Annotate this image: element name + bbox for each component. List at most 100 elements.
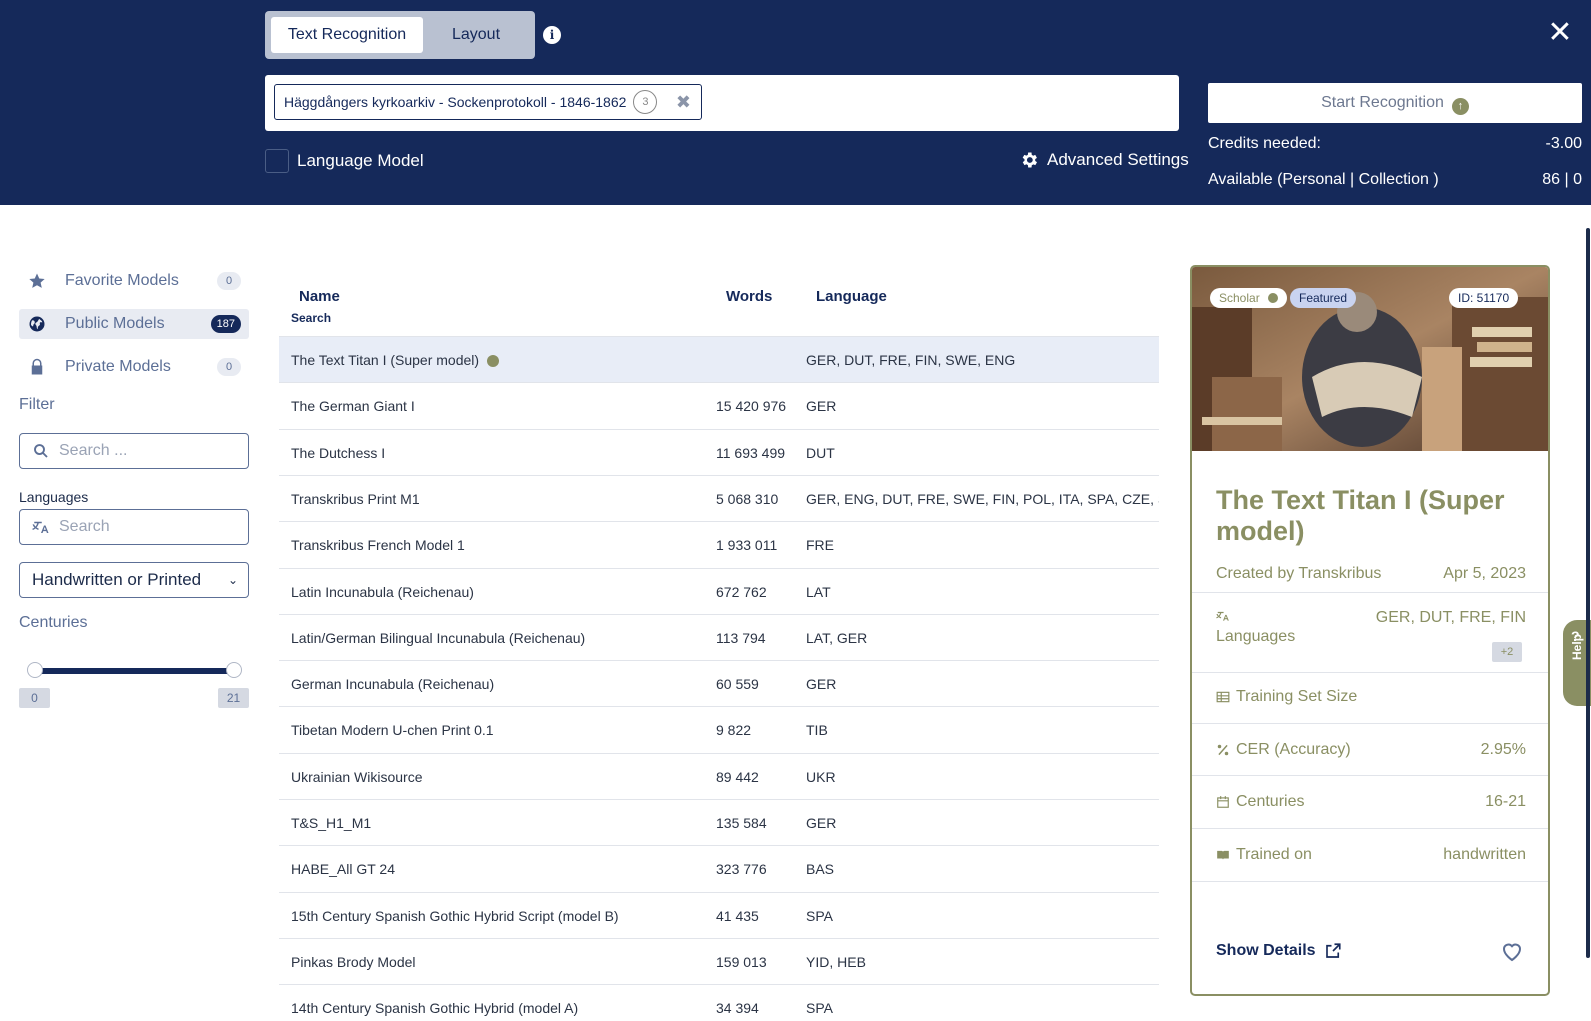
credit-coin-icon: ↑ xyxy=(1451,98,1469,115)
languages-value: GER, DUT, FRE, FIN xyxy=(1375,609,1526,626)
created-by: Created by Transkribus xyxy=(1216,565,1382,582)
table-row[interactable]: Ukrainian Wikisource 89 442 UKR xyxy=(279,753,1159,799)
languages-label: Languages xyxy=(19,489,89,505)
column-header-words[interactable]: Words xyxy=(726,288,772,305)
info-icon[interactable]: i xyxy=(543,26,561,44)
start-recognition-button[interactable]: Start Recognition ↑ xyxy=(1208,83,1582,123)
centuries-max-value: 21 xyxy=(218,688,249,708)
credits-available-row: Available (Personal | Collection ) 86 | … xyxy=(1208,171,1582,189)
centuries-slider-max-handle[interactable] xyxy=(226,662,242,678)
search-icon xyxy=(34,444,48,458)
model-name-cell: Transkribus Print M1 xyxy=(291,491,420,507)
table-icon xyxy=(1216,691,1230,703)
language-model-label: Language Model xyxy=(297,151,424,170)
advanced-settings-button[interactable]: Advanced Settings xyxy=(1019,150,1189,170)
scrollbar[interactable] xyxy=(1586,228,1590,958)
book-icon xyxy=(1217,850,1229,860)
document-selector[interactable]: Häggdångers kyrkoarkiv - Sockenprotokoll… xyxy=(265,75,1179,131)
column-header-name[interactable]: Name xyxy=(299,288,340,305)
table-row[interactable]: T&S_H1_M1 135 584 GER xyxy=(279,799,1159,845)
sidebar-item-public-models[interactable]: Public Models 187 xyxy=(19,309,249,339)
language-cell: SPA xyxy=(806,1000,833,1016)
column-header-language[interactable]: Language xyxy=(816,288,887,305)
table-row[interactable]: HABE_All GT 24 323 776 BAS xyxy=(279,845,1159,891)
model-name-cell: The Dutchess I xyxy=(291,445,386,461)
more-languages-badge[interactable]: +2 xyxy=(1492,642,1522,662)
search-placeholder: Search ... xyxy=(59,442,128,459)
table-row[interactable]: 14th Century Spanish Gothic Hybrid (mode… xyxy=(279,984,1159,1021)
translate-icon xyxy=(1216,611,1229,621)
table-row[interactable]: Tibetan Modern U-chen Print 0.1 9 822 TIB xyxy=(279,706,1159,752)
credits-needed-row: Credits needed: -3.00 xyxy=(1208,135,1582,153)
table-row[interactable]: The German Giant I 15 420 976 GER xyxy=(279,382,1159,428)
table-row[interactable]: German Incunabula (Reichenau) 60 559 GER xyxy=(279,660,1159,706)
words-cell: 672 762 xyxy=(716,584,767,600)
language-cell: FRE xyxy=(806,537,834,553)
model-id-badge: ID: 51170 xyxy=(1449,288,1519,308)
percent-icon xyxy=(1217,744,1229,756)
remove-document-icon[interactable]: ✖ xyxy=(676,92,691,113)
table-row[interactable]: Pinkas Brody Model 159 013 YID, HEB xyxy=(279,938,1159,984)
type-select[interactable]: Handwritten or Printed ⌄ xyxy=(19,562,249,598)
document-name: Häggdångers kyrkoarkiv - Sockenprotokoll… xyxy=(284,94,627,110)
table-row[interactable]: Transkribus French Model 1 1 933 011 FRE xyxy=(279,521,1159,567)
trained-value: handwritten xyxy=(1443,846,1526,863)
document-page-count: 3 xyxy=(633,90,658,114)
language-model-checkbox[interactable] xyxy=(265,149,289,173)
sidebar-item-favorite-models[interactable]: Favorite Models 0 xyxy=(19,266,249,296)
centuries-slider-track[interactable] xyxy=(35,668,234,674)
sidebar-item-private-models[interactable]: Private Models 0 xyxy=(19,352,249,382)
language-cell: GER, DUT, FRE, FIN, SWE, ENG xyxy=(806,352,1016,368)
words-cell: 113 794 xyxy=(716,630,766,646)
table-row[interactable]: 15th Century Spanish Gothic Hybrid Scrip… xyxy=(279,892,1159,938)
cer-value: 2.95% xyxy=(1480,741,1526,758)
divider xyxy=(1192,723,1548,724)
language-cell: LAT, GER xyxy=(806,630,868,646)
mode-tabs: Text Recognition Layout xyxy=(265,11,535,59)
model-title: The Text Titan I (Super model) xyxy=(1216,485,1505,546)
language-cell: SPA xyxy=(806,908,833,924)
badge-featured: Featured xyxy=(1290,288,1357,308)
credits-available-value: 86 | 0 xyxy=(1542,171,1582,188)
language-search-input[interactable]: Search xyxy=(19,509,249,545)
start-recognition-label: Start Recognition xyxy=(1321,94,1444,111)
divider xyxy=(1192,672,1548,673)
close-icon[interactable]: ✕ xyxy=(1545,18,1575,48)
language-cell: GER xyxy=(806,398,837,414)
model-name-cell: Latin Incunabula (Reichenau) xyxy=(291,584,474,600)
favorite-heart-icon[interactable] xyxy=(1500,939,1524,963)
model-name-cell: Pinkas Brody Model xyxy=(291,954,416,970)
table-row[interactable]: Latin Incunabula (Reichenau) 672 762 LAT xyxy=(279,568,1159,614)
table-row[interactable]: Transkribus Print M1 5 068 310 GER, ENG, D… xyxy=(279,475,1159,521)
credits-needed-label: Credits needed: xyxy=(1208,135,1321,152)
credits-needed-value: -3.00 xyxy=(1545,135,1582,152)
language-cell: LAT xyxy=(806,584,831,600)
table-row[interactable]: The Text Titan I (Super model) GER, DUT, … xyxy=(279,336,1159,382)
centuries-slider-min-handle[interactable] xyxy=(27,662,43,678)
table-row[interactable]: The Dutchess I 11 693 499 DUT xyxy=(279,429,1159,475)
globe-icon xyxy=(29,316,45,332)
divider xyxy=(1192,592,1548,593)
words-cell: 15 420 976 xyxy=(716,398,787,414)
calendar-icon xyxy=(1217,796,1229,808)
show-details-link[interactable]: Show Details xyxy=(1216,942,1342,960)
column-name-search[interactable]: Search xyxy=(291,311,331,325)
languages-label: Languages xyxy=(1216,628,1296,645)
table-row[interactable]: Latin/German Bilingual Incunabula (Reich… xyxy=(279,614,1159,660)
divider xyxy=(1192,828,1548,829)
model-name-cell: The German Giant I xyxy=(291,398,415,414)
centuries-row: Centuries 16-21 xyxy=(1216,793,1526,811)
tab-text-recognition[interactable]: Text Recognition xyxy=(271,17,423,53)
language-cell: BAS xyxy=(806,861,835,877)
centuries-value: 16-21 xyxy=(1485,793,1526,810)
tab-layout[interactable]: Layout xyxy=(423,17,529,53)
words-cell: 323 776 xyxy=(716,861,767,877)
model-name-cell: HABE_All GT 24 xyxy=(291,861,396,877)
sidebar-item-label: Favorite Models xyxy=(65,272,179,289)
count-badge: 0 xyxy=(217,358,241,376)
divider xyxy=(1192,775,1548,776)
language-cell: YID, HEB xyxy=(806,954,866,970)
words-cell: 60 559 xyxy=(716,676,759,692)
model-search-input[interactable]: Search ... xyxy=(19,433,249,469)
count-badge: 0 xyxy=(217,272,241,290)
